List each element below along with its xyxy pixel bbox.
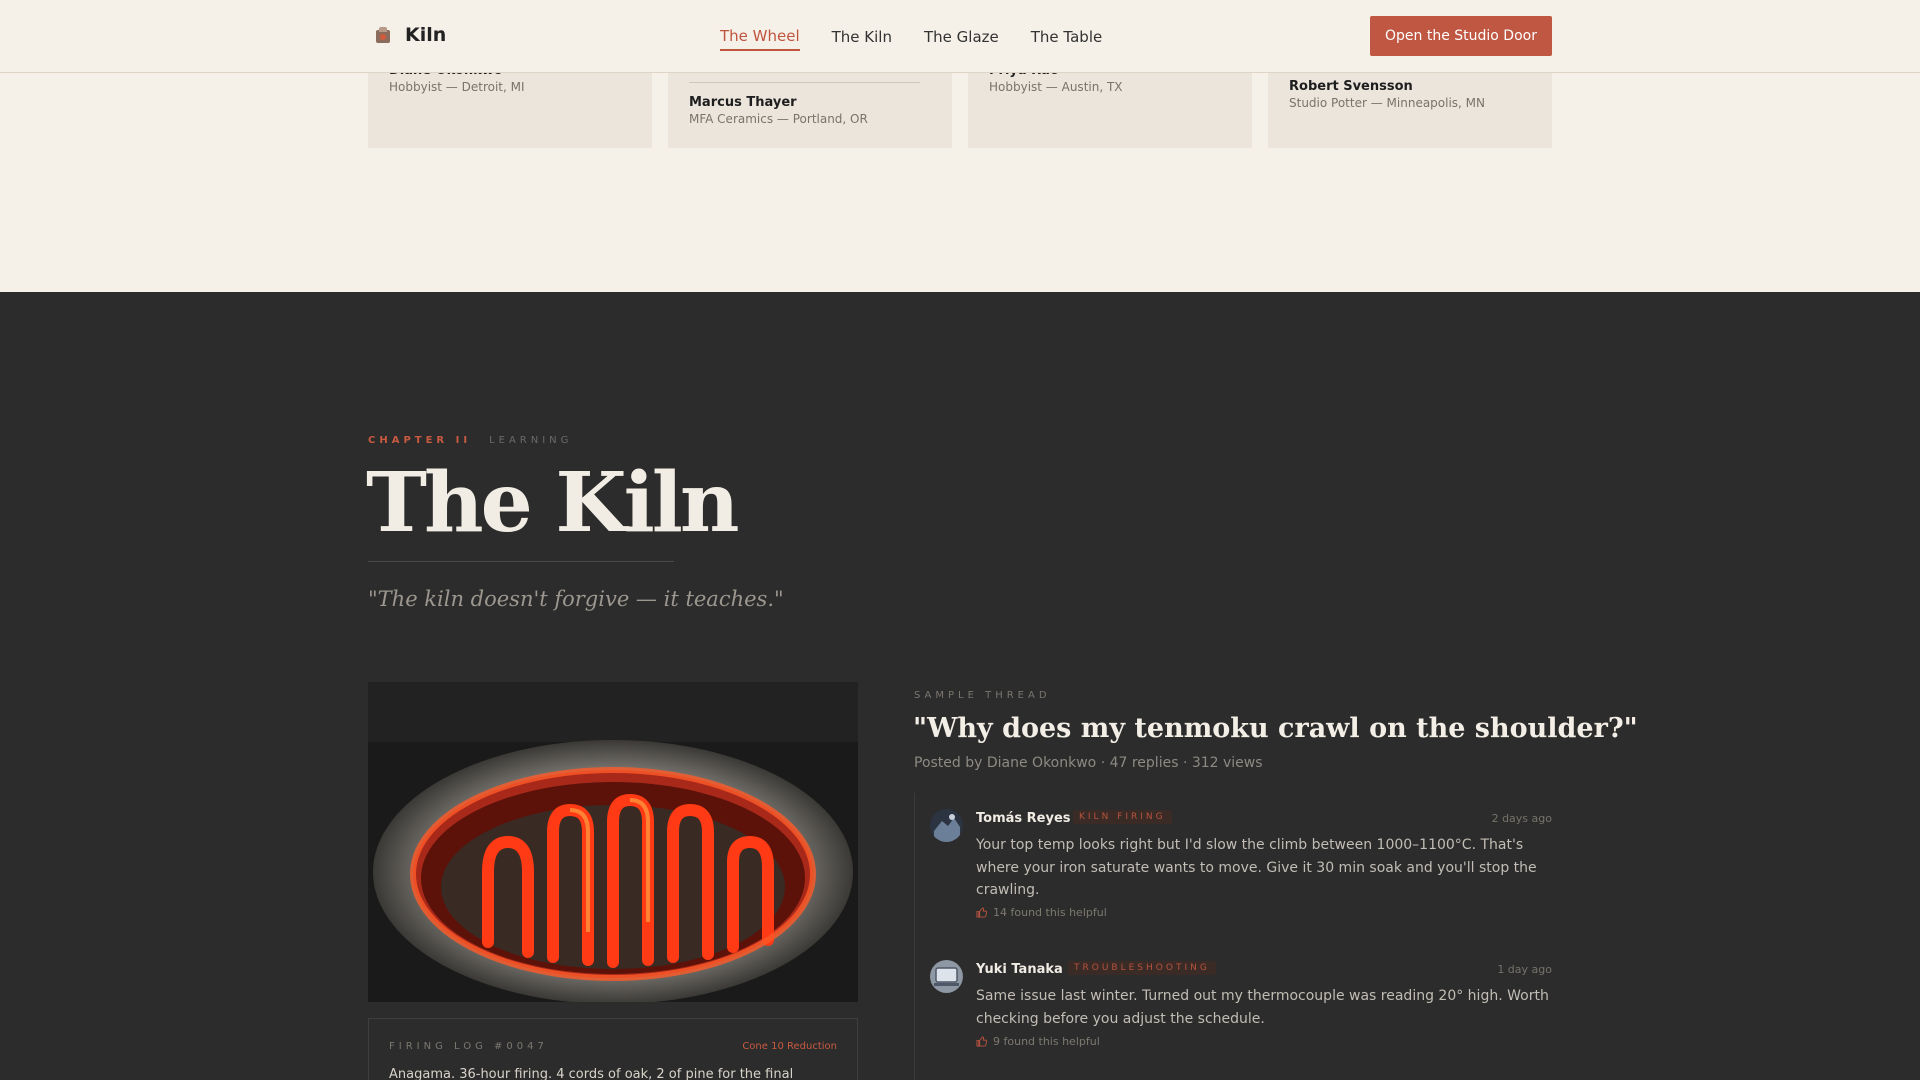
reply-body: Same issue last winter. Turned out my th… [976, 988, 1549, 1027]
helpful-count: 14 found this helpful [993, 906, 1107, 919]
testimonial-role: Studio Potter — Minneapolis, MN [1289, 96, 1486, 110]
thread-eyebrow: SAMPLE THREAD [914, 690, 1051, 701]
helpful-count: 9 found this helpful [993, 1035, 1100, 1048]
title-divider [368, 561, 674, 562]
reply-author[interactable]: Yuki Tanaka [976, 962, 1063, 977]
kiln-photo [368, 682, 858, 1002]
thread-line [914, 793, 915, 1080]
main-nav: The Wheel The Kiln The Glaze The Table [720, 0, 1102, 73]
brand-name: Kiln [405, 24, 447, 46]
nav-the-wheel[interactable]: The Wheel [720, 23, 800, 51]
reply-tag[interactable]: TROUBLESHOOTING [1068, 961, 1216, 975]
chapter-eyebrow: CHAPTER II LEARNING [368, 435, 572, 446]
reply-tag[interactable]: KILN FIRING [1073, 810, 1172, 824]
testimonial-name: Marcus Thayer [689, 95, 797, 110]
brand[interactable]: Kiln [375, 24, 446, 46]
chapter-sub: LEARNING [489, 435, 573, 446]
reply-time: 2 days ago [1491, 812, 1552, 825]
thread-meta: Posted by Diane Okonkwo · 47 replies · 3… [914, 755, 1263, 771]
reply-author[interactable]: Tomás Reyes [976, 811, 1071, 826]
helpful-button[interactable]: 9 found this helpful [976, 1035, 1100, 1048]
avatar[interactable] [930, 960, 963, 993]
thumbs-up-icon [976, 907, 987, 918]
helpful-button[interactable]: 14 found this helpful [976, 906, 1107, 919]
site-header: Kiln The Wheel The Kiln The Glaze The Ta… [0, 0, 1920, 73]
testimonial-role: MFA Ceramics — Portland, OR [689, 112, 868, 126]
firing-log-label: FIRING LOG #0047 [389, 1041, 548, 1052]
firing-log-card: FIRING LOG #0047 Cone 10 Reduction Anaga… [368, 1018, 858, 1080]
card-divider [689, 82, 920, 83]
chapter-quote: "The kiln doesn't forgive — it teaches." [368, 587, 784, 611]
thread-reply: Yuki Tanaka TROUBLESHOOTING 1 day ago Sa… [930, 960, 1552, 1060]
testimonial-name: Robert Svensson [1289, 79, 1413, 94]
nav-the-table[interactable]: The Table [1031, 24, 1102, 50]
chapter-label: CHAPTER II [368, 435, 472, 446]
firing-log-tag: Cone 10 Reduction [742, 1041, 837, 1052]
open-studio-door-button[interactable]: Open the Studio Door [1370, 16, 1552, 56]
testimonial-role: Hobbyist — Austin, TX [989, 80, 1123, 94]
nav-the-glaze[interactable]: The Glaze [924, 24, 999, 50]
nav-the-kiln[interactable]: The Kiln [832, 24, 892, 50]
kiln-logo-icon [375, 27, 391, 43]
reply-body: Your top temp looks right but I'd slow t… [976, 837, 1537, 898]
kiln-illustration [368, 682, 858, 1002]
avatar[interactable] [930, 809, 963, 842]
thumbs-up-icon [976, 1036, 987, 1047]
thread-title[interactable]: "Why does my tenmoku crawl on the should… [913, 713, 1638, 744]
firing-log-text: Anagama. 36-hour firing. 4 cords of oak,… [389, 1067, 794, 1080]
chapter-title: The Kiln [366, 455, 740, 551]
reply-time: 1 day ago [1497, 963, 1552, 976]
testimonial-role: Hobbyist — Detroit, MI [389, 80, 525, 94]
thread-reply: Tomás Reyes KILN FIRING 2 days ago Your … [930, 809, 1552, 929]
